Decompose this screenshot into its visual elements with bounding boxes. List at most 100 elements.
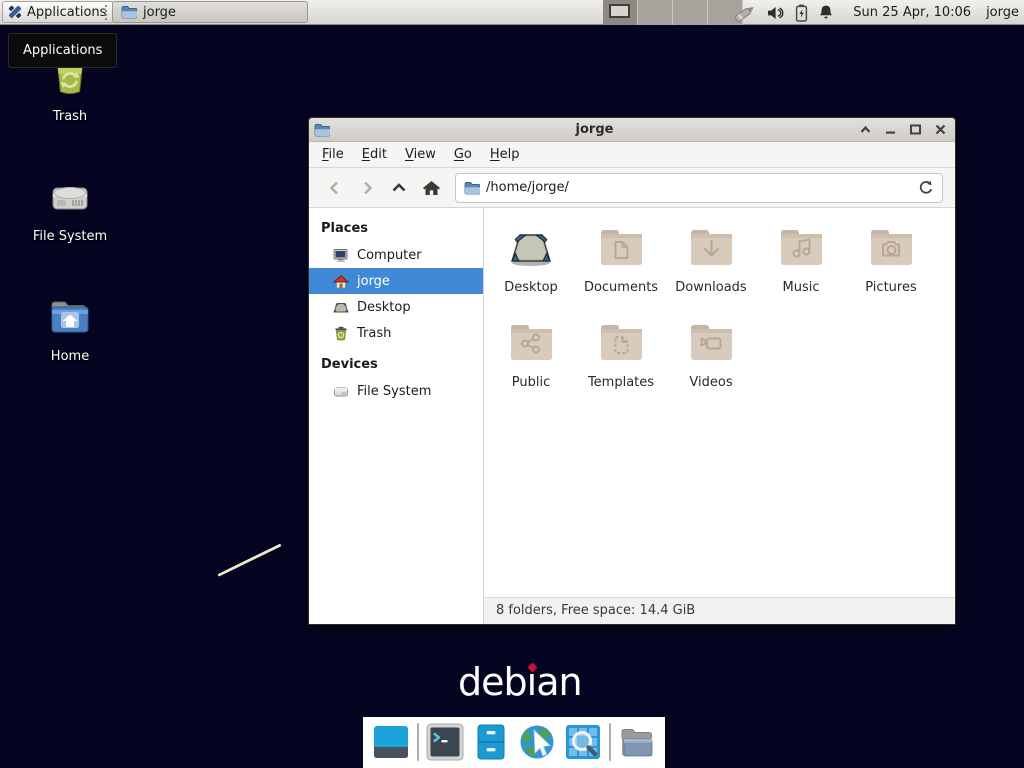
trash-icon [333,326,349,341]
folder-music-icon [777,224,825,272]
xfce-logo-icon [7,4,23,20]
places-header: Places [309,216,483,242]
file-label: Downloads [675,280,746,295]
terminal-icon[interactable] [425,722,465,762]
home-folder-icon [46,292,94,344]
folder-videos-icon [687,319,735,367]
devices-header: Devices [309,352,483,378]
file-cabinet-icon[interactable] [471,722,511,762]
volume-icon[interactable] [767,5,785,21]
file-label: Music [783,280,820,295]
menu-edit[interactable]: Edit [353,142,396,167]
dock-separator [417,723,419,761]
taskbar-window-label: jorge [143,5,176,20]
panel-right-area: Sun 25 Apr, 10:06 jorge [733,0,1024,25]
debian-text: deb [458,660,527,704]
window-title: jorge [330,122,859,137]
desktop-icon-home[interactable]: Home [22,292,118,364]
window-app-icon [314,123,330,137]
file-item-music[interactable]: Music [756,224,846,295]
reload-icon[interactable] [918,180,934,196]
file-item-pictures[interactable]: Pictures [846,224,936,295]
system-tray [733,4,834,22]
panel-grip-handle[interactable] [105,5,108,20]
desktop-icon-label: Trash [22,109,118,124]
menu-file[interactable]: File [313,142,353,167]
file-item-public[interactable]: Public [486,319,576,390]
menu-help[interactable]: Help [481,142,529,167]
stylus-tray-icon[interactable] [733,4,757,22]
close-button[interactable] [934,124,947,135]
workspace-2[interactable] [638,0,673,25]
places-sidebar: Places Computer [309,208,484,624]
folder-public-icon [507,319,555,367]
clock[interactable]: Sun 25 Apr, 10:06 [853,5,971,20]
home-button[interactable] [415,173,447,203]
minimize-button[interactable] [884,124,897,135]
location-input[interactable] [486,180,912,195]
top-panel: Applications jorge [0,0,1024,25]
dock-separator [609,723,611,761]
workspace-switcher[interactable] [603,0,743,25]
file-label: Pictures [865,280,916,295]
file-item-templates[interactable]: Templates [576,319,666,390]
web-browser-icon[interactable] [517,722,557,762]
location-bar[interactable] [455,173,943,203]
file-label: Documents [584,280,658,295]
username-label[interactable]: jorge [986,5,1019,20]
applications-menu-button[interactable]: Applications [2,1,114,23]
menubar: File Edit View Go Help [309,142,955,168]
menu-go[interactable]: Go [445,142,481,167]
sidebar-item-jorge[interactable]: jorge [309,268,483,294]
file-label: Public [512,375,550,390]
file-label: Desktop [504,280,558,295]
workspace-1[interactable] [603,0,638,25]
file-item-desktop[interactable]: Desktop [486,224,576,295]
file-label: Videos [689,375,732,390]
maximize-button[interactable] [909,124,922,135]
sidebar-item-computer[interactable]: Computer [309,242,483,268]
folder-downloads-icon [687,224,735,272]
app-finder-icon[interactable] [563,722,603,762]
launcher-dock [363,717,665,768]
file-item-documents[interactable]: Documents [576,224,666,295]
workspace-3[interactable] [673,0,708,25]
toolbar [309,168,955,208]
desktop-icon-label: File System [22,229,118,244]
stray-line-mark [217,543,281,576]
statusbar-text: 8 folders, Free space: 14.4 GiB [496,603,695,618]
battery-charging-icon[interactable] [795,4,808,22]
up-button[interactable] [383,173,415,203]
window-titlebar[interactable]: jorge [309,118,955,142]
file-list[interactable]: Desktop Documents [484,208,955,597]
statusbar: 8 folders, Free space: 14.4 GiB [484,597,955,624]
forward-button[interactable] [351,173,383,203]
file-item-videos[interactable]: Videos [666,319,756,390]
desktop-icon-label: Home [22,349,118,364]
back-button[interactable] [319,173,351,203]
taskbar-window-button[interactable]: jorge [112,1,308,23]
notifications-bell-icon[interactable] [818,4,834,21]
home-icon [333,274,349,289]
shade-button[interactable] [859,124,872,135]
tooltip-text: Applications [23,43,102,58]
applications-tooltip: Applications [8,33,117,68]
desktop-icon-file-system[interactable]: File System [22,172,118,244]
sidebar-item-label: Computer [357,248,422,263]
sidebar-item-desktop[interactable]: Desktop [309,294,483,320]
menu-view[interactable]: View [396,142,445,167]
show-desktop-icon[interactable] [371,722,411,762]
directory-menu-icon[interactable] [617,722,657,762]
file-manager-window: jorge File Edit View Go Help [308,117,956,625]
sidebar-item-label: Desktop [357,300,411,315]
applications-menu-label: Applications [27,5,106,20]
file-item-downloads[interactable]: Downloads [666,224,756,295]
sidebar-item-trash[interactable]: Trash [309,320,483,346]
computer-icon [333,248,349,263]
file-label: Templates [588,375,654,390]
debian-text: an [536,660,581,704]
sidebar-item-file-system[interactable]: File System [309,378,483,404]
folder-templates-icon [597,319,645,367]
sidebar-item-label: Trash [357,326,391,341]
workspace-window-thumb [609,4,630,18]
